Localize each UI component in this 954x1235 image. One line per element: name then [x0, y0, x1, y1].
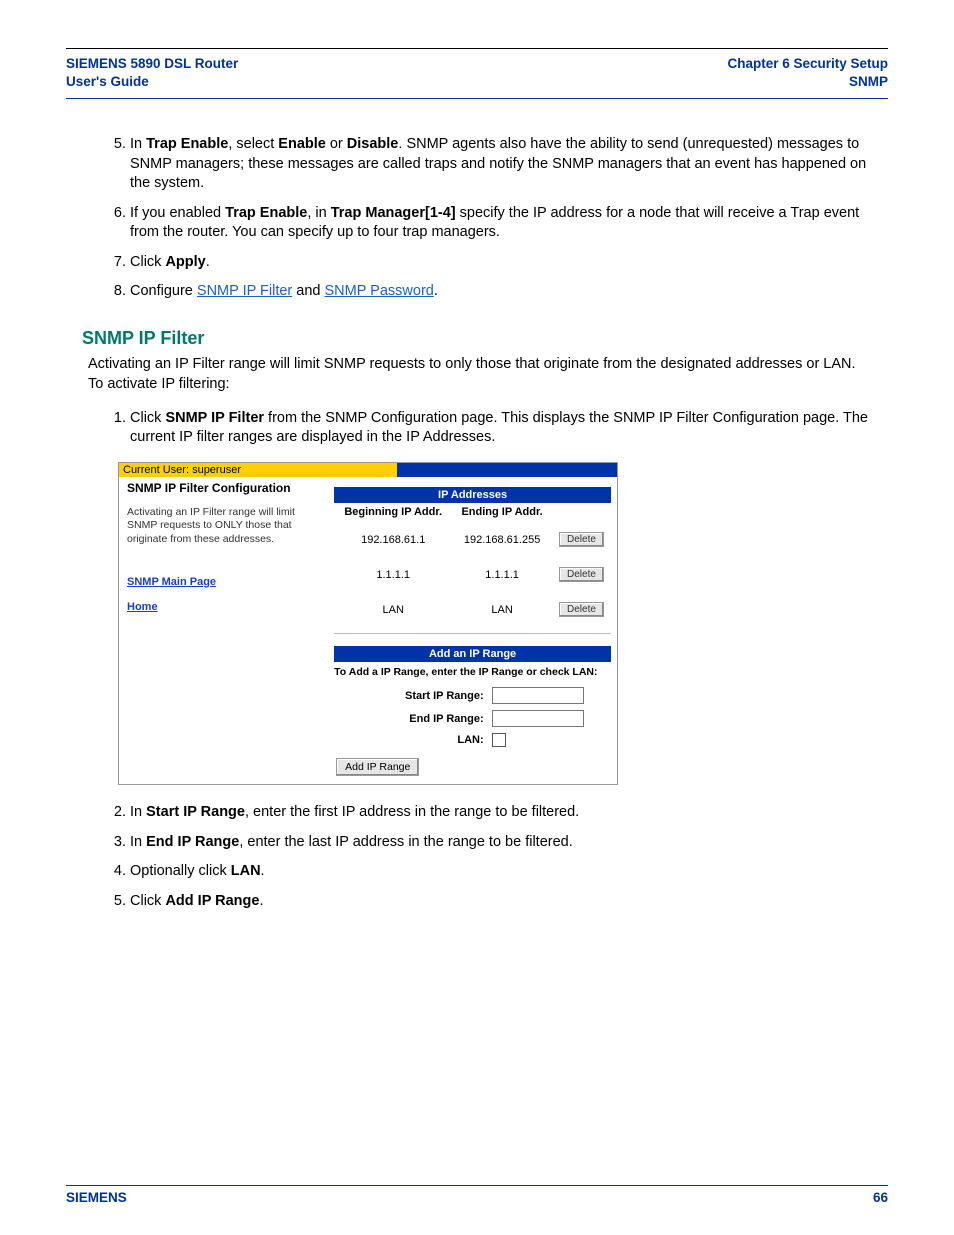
- page-header: SIEMENS 5890 DSL Router User's Guide Cha…: [66, 51, 888, 99]
- snmp-password-link[interactable]: SNMP Password: [325, 283, 434, 299]
- config-desc: Activating an IP Filter range will limit…: [127, 506, 320, 545]
- instruction-list-bottom: In Start IP Range, enter the first IP ad…: [82, 803, 872, 911]
- end-ip-label: End IP Range:: [334, 713, 491, 725]
- current-user-bar: Current User: superuser: [119, 463, 397, 477]
- table-row: LAN LAN Delete: [334, 592, 611, 627]
- step-6: If you enabled Trap Enable, in Trap Mana…: [130, 204, 872, 243]
- section-step-4: Optionally click LAN.: [130, 862, 872, 882]
- page-footer: SIEMENS 66: [66, 1185, 888, 1205]
- step-5: In Trap Enable, select Enable or Disable…: [130, 135, 872, 194]
- lan-checkbox[interactable]: [492, 733, 506, 747]
- start-ip-input[interactable]: [492, 687, 584, 704]
- add-ip-range-button[interactable]: Add IP Range: [336, 758, 419, 776]
- section-step-5: Click Add IP Range.: [130, 892, 872, 912]
- table-row: 192.168.61.1 192.168.61.255 Delete: [334, 522, 611, 557]
- add-ip-note: To Add a IP Range, enter the IP Range or…: [334, 662, 611, 684]
- table-row: 1.1.1.1 1.1.1.1 Delete: [334, 557, 611, 592]
- instruction-list-section: Click SNMP IP Filter from the SNMP Confi…: [82, 409, 872, 448]
- ip-addresses-table: Beginning IP Addr. Ending IP Addr. 192.1…: [334, 503, 611, 627]
- section-title-snmp-ip-filter: SNMP IP Filter: [82, 328, 872, 349]
- add-ip-range-header: Add an IP Range: [334, 646, 611, 662]
- delete-button[interactable]: Delete: [559, 602, 604, 617]
- snmp-main-page-link[interactable]: SNMP Main Page: [127, 576, 320, 590]
- instruction-list-top: In Trap Enable, select Enable or Disable…: [82, 135, 872, 302]
- home-link[interactable]: Home: [127, 601, 320, 615]
- delete-button[interactable]: Delete: [559, 567, 604, 582]
- section-step-3: In End IP Range, enter the last IP addre…: [130, 833, 872, 853]
- start-ip-label: Start IP Range:: [334, 690, 491, 702]
- page-number: 66: [873, 1190, 888, 1205]
- section-step-2: In Start IP Range, enter the first IP ad…: [130, 803, 872, 823]
- section-intro: Activating an IP Filter range will limit…: [82, 355, 872, 394]
- config-title: SNMP IP Filter Configuration: [127, 481, 320, 496]
- col-ending-ip: Ending IP Addr.: [452, 503, 552, 522]
- lan-label: LAN:: [334, 734, 491, 746]
- snmp-ip-filter-link[interactable]: SNMP IP Filter: [197, 283, 292, 299]
- footer-brand: SIEMENS: [66, 1190, 127, 1205]
- header-title-left-2: User's Guide: [66, 73, 238, 91]
- step-7: Click Apply.: [130, 253, 872, 273]
- section-step-1: Click SNMP IP Filter from the SNMP Confi…: [130, 409, 872, 448]
- delete-button[interactable]: Delete: [559, 532, 604, 547]
- header-title-right-2: SNMP: [727, 73, 888, 91]
- step-8: Configure SNMP IP Filter and SNMP Passwo…: [130, 282, 872, 302]
- snmp-ip-filter-screenshot: Current User: superuser SNMP IP Filter C…: [118, 462, 618, 785]
- col-beginning-ip: Beginning IP Addr.: [334, 503, 452, 522]
- topbar-blue: [397, 463, 617, 477]
- header-title-right-1: Chapter 6 Security Setup: [727, 55, 888, 73]
- end-ip-input[interactable]: [492, 710, 584, 727]
- header-title-left-1: SIEMENS 5890 DSL Router: [66, 55, 238, 73]
- ip-addresses-header: IP Addresses: [334, 487, 611, 503]
